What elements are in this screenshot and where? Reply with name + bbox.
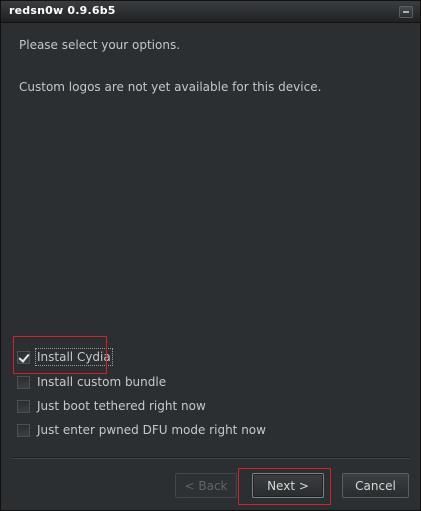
install-custom-bundle-checkbox[interactable] (17, 375, 30, 389)
pwned-dfu-label[interactable]: Just enter pwned DFU mode right now (37, 423, 266, 437)
install-custom-bundle-label[interactable]: Install custom bundle (37, 375, 166, 389)
boot-tethered-label[interactable]: Just boot tethered right now (37, 399, 206, 413)
boot-tethered-checkbox[interactable] (17, 399, 30, 413)
window-title: redsn0w 0.9.6b5 (9, 4, 116, 17)
custom-logo-note: Custom logos are not yet available for t… (19, 80, 322, 94)
option-pwned-dfu[interactable]: Just enter pwned DFU mode right now (17, 422, 266, 438)
title-bar[interactable]: redsn0w 0.9.6b5 (1, 1, 420, 23)
option-boot-tethered[interactable]: Just boot tethered right now (17, 398, 206, 414)
back-button[interactable]: < Back (175, 473, 237, 498)
install-cydia-label[interactable]: Install Cydia (35, 348, 113, 366)
pwned-dfu-checkbox[interactable] (17, 423, 30, 437)
options-prompt: Please select your options. (19, 38, 181, 52)
next-button[interactable]: Next > (252, 473, 324, 498)
option-install-cydia[interactable]: Install Cydia (17, 348, 113, 366)
button-separator (12, 457, 410, 459)
minimize-icon[interactable] (399, 6, 413, 18)
redsn0w-window: redsn0w 0.9.6b5 Please select your optio… (0, 0, 421, 511)
install-cydia-checkbox[interactable] (17, 350, 30, 364)
option-install-custom-bundle[interactable]: Install custom bundle (17, 374, 166, 390)
cancel-button[interactable]: Cancel (342, 473, 409, 498)
